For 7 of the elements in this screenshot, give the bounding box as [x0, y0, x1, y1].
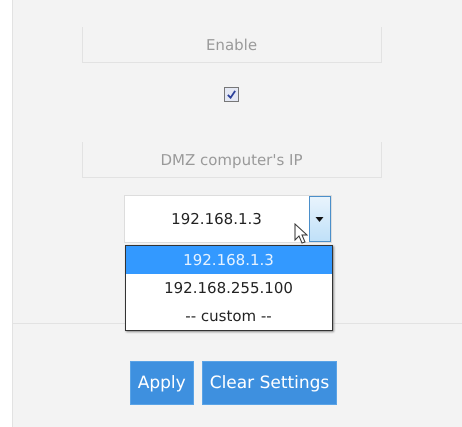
ip-dropdown[interactable]: 192.168.1.3	[124, 195, 332, 243]
caret-icon	[315, 216, 324, 222]
field-label: Enable	[82, 27, 382, 63]
field-label: DMZ computer's IP	[82, 142, 382, 178]
enable-checkbox[interactable]	[224, 87, 239, 102]
dropdown-option[interactable]: 192.168.255.100	[126, 274, 332, 302]
dropdown-option[interactable]: -- custom --	[126, 302, 332, 330]
